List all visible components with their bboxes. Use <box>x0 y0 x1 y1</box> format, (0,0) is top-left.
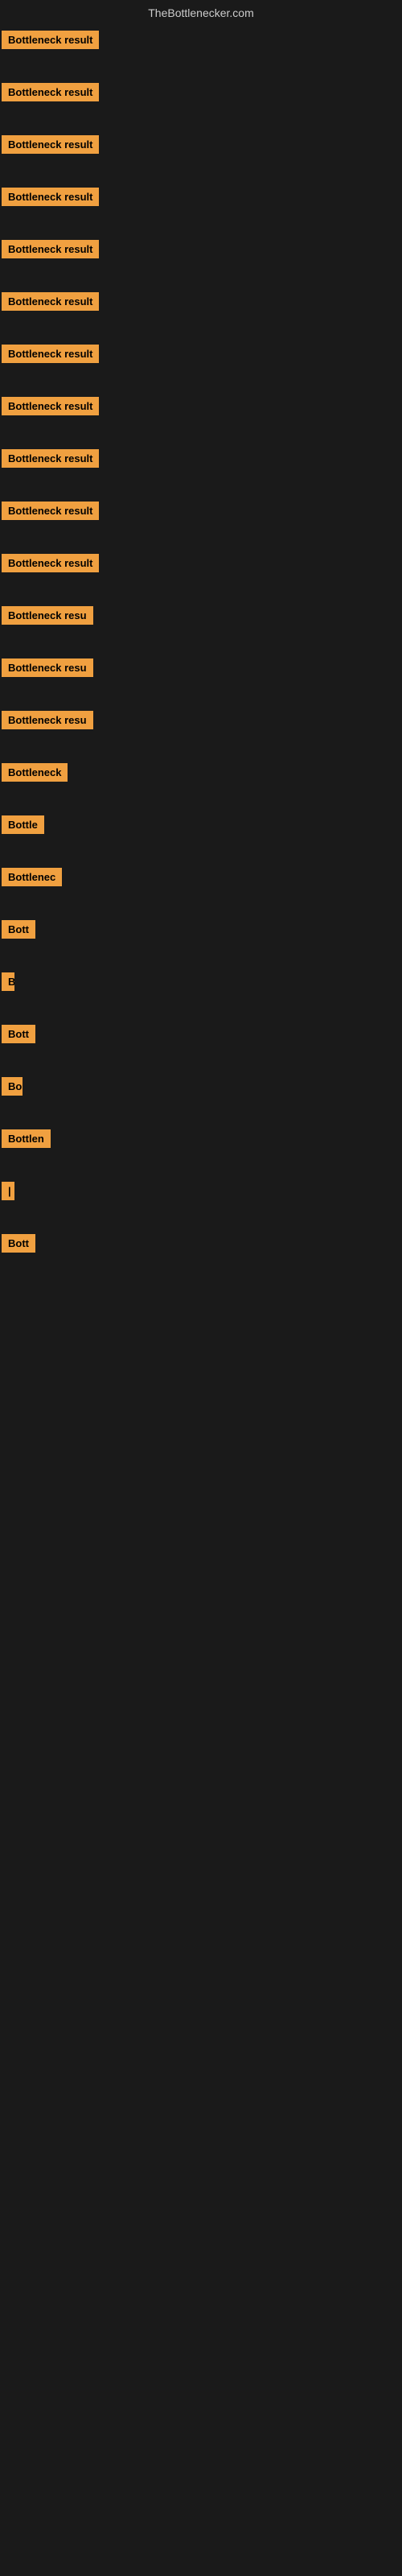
bottleneck-badge[interactable]: Bott <box>2 1025 35 1043</box>
bottleneck-badge[interactable]: Bottleneck result <box>2 292 99 311</box>
item-spacer <box>0 263 402 287</box>
item-spacer <box>0 891 402 915</box>
item-spacer <box>0 525 402 549</box>
list-item: Bottleneck result <box>2 449 402 468</box>
item-spacer <box>0 786 402 811</box>
header-text: TheBottlenecker.com <box>148 6 254 19</box>
bottleneck-badge[interactable]: Bott <box>2 920 35 939</box>
item-spacer <box>0 1257 402 1282</box>
bottleneck-badge[interactable]: Bottleneck result <box>2 188 99 206</box>
bottleneck-badge[interactable]: B <box>2 972 14 991</box>
bottleneck-badge[interactable]: Bottleneck resu <box>2 711 93 729</box>
item-spacer <box>0 1205 402 1229</box>
item-spacer <box>0 316 402 340</box>
item-spacer <box>0 1153 402 1177</box>
list-item: Bottleneck result <box>2 502 402 520</box>
list-item: Bottleneck resu <box>2 711 402 729</box>
list-item: Bottleneck result <box>2 135 402 154</box>
item-spacer <box>0 682 402 706</box>
bottleneck-badge[interactable]: Bottleneck result <box>2 83 99 101</box>
item-spacer <box>0 368 402 392</box>
list-item: Bottleneck result <box>2 240 402 258</box>
list-item: Bottleneck resu <box>2 606 402 625</box>
list-item: B <box>2 972 402 991</box>
bottleneck-badge[interactable]: Bott <box>2 1234 35 1253</box>
list-item: Bott <box>2 920 402 939</box>
list-item: Bottleneck resu <box>2 658 402 677</box>
item-spacer <box>0 1100 402 1125</box>
bottleneck-badge[interactable]: Bottleneck result <box>2 554 99 572</box>
list-item: Bottleneck result <box>2 292 402 311</box>
item-spacer <box>0 106 402 130</box>
item-spacer <box>0 211 402 235</box>
list-item: Bo <box>2 1077 402 1096</box>
list-item: Bottleneck result <box>2 397 402 415</box>
list-item: Bottleneck result <box>2 31 402 49</box>
item-spacer <box>0 839 402 863</box>
bottleneck-badge[interactable]: Bottleneck result <box>2 31 99 49</box>
item-spacer <box>0 420 402 444</box>
bottleneck-badge[interactable]: Bottleneck result <box>2 345 99 363</box>
list-item: | <box>2 1182 402 1200</box>
bottleneck-list: Bottleneck result Bottleneck result Bottle… <box>0 23 402 1285</box>
bottleneck-badge[interactable]: Bottle <box>2 815 44 834</box>
bottleneck-badge[interactable]: Bottleneck <box>2 763 68 782</box>
list-item: Bottleneck result <box>2 83 402 101</box>
bottleneck-badge[interactable]: Bottlen <box>2 1129 51 1148</box>
item-spacer <box>0 159 402 183</box>
list-item: Bottleneck result <box>2 554 402 572</box>
list-item: Bottlen <box>2 1129 402 1148</box>
bottleneck-badge[interactable]: Bottleneck result <box>2 240 99 258</box>
bottleneck-badge[interactable]: Bottleneck result <box>2 502 99 520</box>
bottleneck-badge[interactable]: Bo <box>2 1077 23 1096</box>
item-spacer <box>0 577 402 601</box>
bottleneck-badge[interactable]: Bottleneck resu <box>2 658 93 677</box>
bottleneck-badge[interactable]: Bottleneck resu <box>2 606 93 625</box>
list-item: Bottleneck <box>2 763 402 782</box>
list-item: Bott <box>2 1025 402 1043</box>
list-item: Bott <box>2 1234 402 1253</box>
item-spacer <box>0 734 402 758</box>
bottleneck-badge[interactable]: Bottleneck result <box>2 135 99 154</box>
bottleneck-badge[interactable]: Bottleneck result <box>2 449 99 468</box>
item-spacer <box>0 1048 402 1072</box>
item-spacer <box>0 943 402 968</box>
bottleneck-badge[interactable]: Bottlenec <box>2 868 62 886</box>
item-spacer <box>0 473 402 497</box>
list-item: Bottle <box>2 815 402 834</box>
item-spacer <box>0 996 402 1020</box>
list-item: Bottleneck result <box>2 188 402 206</box>
bottleneck-badge[interactable]: | <box>2 1182 14 1200</box>
page-wrapper: TheBottlenecker.com Bottleneck resultBot… <box>0 0 402 1285</box>
bottleneck-badge[interactable]: Bottleneck result <box>2 397 99 415</box>
item-spacer <box>0 54 402 78</box>
item-spacer <box>0 630 402 654</box>
list-item: Bottlenec <box>2 868 402 886</box>
site-title: TheBottlenecker.com <box>0 0 402 23</box>
list-item: Bottleneck result <box>2 345 402 363</box>
